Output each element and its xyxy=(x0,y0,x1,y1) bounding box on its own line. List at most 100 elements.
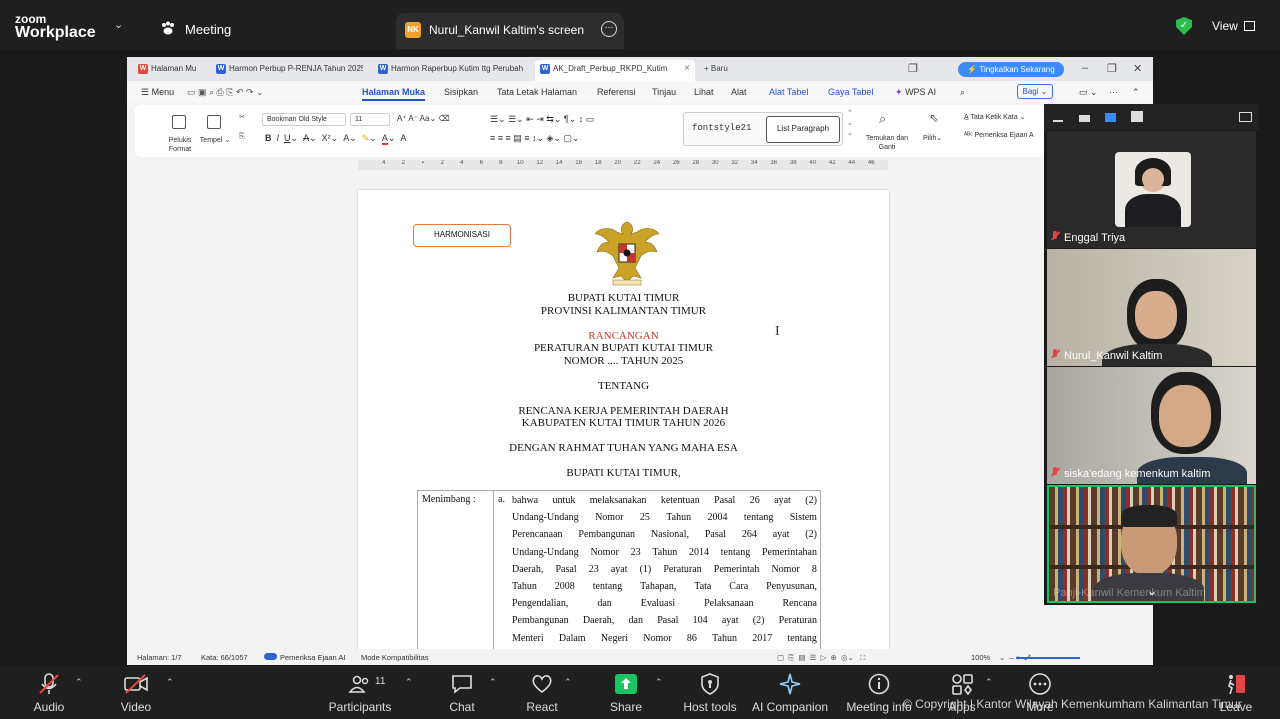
view-mode-icons[interactable]: ▢ ⎘ ▤ ☰ ▷ ⊕ ◎⌄ ⛶ xyxy=(777,653,865,663)
participants-icon xyxy=(348,673,372,695)
word-count-tool[interactable]: A̲ Tata Ketik Kata ⌄ xyxy=(964,113,1025,121)
document-page[interactable]: HARMONISASI BUPATI KUTAI TIMUR PROVINSI … xyxy=(358,190,889,661)
garuda-emblem-icon xyxy=(594,221,660,286)
share-doc-button[interactable]: Bagi ⌄ xyxy=(1017,84,1053,99)
tab-table-tools[interactable]: Alat Tabel xyxy=(769,87,808,97)
view-button[interactable]: View xyxy=(1212,19,1255,33)
ruler-tick: 12 xyxy=(536,160,544,166)
meeting-label: Meeting xyxy=(185,22,232,37)
host-tools-button[interactable]: Host tools xyxy=(682,673,738,714)
video-tile[interactable]: siska'edang kemenkum kaltim xyxy=(1047,367,1256,484)
style-list-paragraph[interactable]: List Paragraph xyxy=(766,116,840,143)
format-painter-button[interactable]: Pelukis Format xyxy=(159,136,201,154)
menu-label: Menu xyxy=(151,87,175,97)
chevron-down-icon[interactable]: ⌄ xyxy=(114,18,123,31)
comment-icon[interactable]: ▭ ⌄ xyxy=(1079,87,1098,98)
restore-icon[interactable]: ❐ xyxy=(908,62,918,75)
meeting-menu[interactable]: Meeting xyxy=(160,21,232,37)
video-tile[interactable]: Nurul_Kanwil Kaltim xyxy=(1047,249,1256,366)
word-count[interactable]: Kata: 66/1057 xyxy=(201,653,248,662)
minimize-icon[interactable]: – xyxy=(1082,62,1088,74)
style-gallery[interactable]: fontstyle21 List Paragraph xyxy=(683,112,843,146)
doc-tab-active[interactable]: W AK_Draft_Perbup_RKPD_Kutim × xyxy=(535,60,695,81)
copy-icon[interactable]: ⎘ xyxy=(239,133,245,141)
doc-tab[interactable]: W Harmon Raperbup Kutim ttg Perubah xyxy=(373,60,527,81)
speaker-view-icon[interactable] xyxy=(1105,113,1116,122)
ai-sparkle-icon xyxy=(778,673,802,695)
text-format-buttons[interactable]: B I U⌄ A⌄ X²⌄ A⌄ ✎⌄ A⌄ A xyxy=(265,133,406,145)
chat-bubble-icon xyxy=(450,673,474,695)
tab-home[interactable]: Halaman Muka xyxy=(362,87,426,101)
more-options-icon[interactable]: ··· xyxy=(601,21,617,37)
more-icon[interactable]: ··· xyxy=(1109,87,1118,97)
apps-options-caret[interactable]: ⌃ xyxy=(985,677,993,688)
zoom-slider[interactable]: ⌄ – + ⤢ xyxy=(999,653,1080,663)
tab-layout[interactable]: Tata Letak Halaman xyxy=(497,87,577,97)
ruler-tick: 42 xyxy=(828,160,836,166)
upgrade-button[interactable]: ⚡ Tingkatkan Sekarang xyxy=(958,62,1064,77)
doc-line-bupati-kutim: BUPATI KUTAI TIMUR, xyxy=(566,467,681,479)
list-buttons[interactable]: ☰⌄ ☰⌄ ⇤ ⇥ ⇆⌄ ¶⌄ ↕ ▭ xyxy=(490,114,594,125)
video-off-icon xyxy=(124,673,148,695)
zoom-level[interactable]: 100% xyxy=(971,653,990,662)
search-icon[interactable]: ⌕ xyxy=(960,87,965,98)
tab-references[interactable]: Referensi xyxy=(597,87,636,97)
ai-companion-button[interactable]: AI Companion xyxy=(752,673,828,714)
font-grow-shrink-buttons[interactable]: A⁺ A⁻ Aa⌄ ⌫ xyxy=(397,114,450,123)
chat-options-caret[interactable]: ⌃ xyxy=(489,677,497,688)
doc-line-subject2: KABUPATEN KUTAI TIMUR TAHUN 2026 xyxy=(521,417,726,429)
ruler-tick: 34 xyxy=(750,160,758,166)
pop-out-icon[interactable] xyxy=(1239,112,1252,122)
close-tab-icon[interactable]: × xyxy=(684,63,690,74)
video-tile-active-speaker[interactable]: ⌄ Panji-Kanwil Kemenkum Kaltim xyxy=(1047,485,1256,603)
quick-access-icons[interactable]: ▭ ▣ ⌕ ⎙ ⎘ ↶ ↷ ⌄ xyxy=(187,87,264,98)
find-replace-button[interactable]: Temukan dan Ganti xyxy=(865,134,909,152)
share-button[interactable]: Share xyxy=(608,673,644,714)
share-options-caret[interactable]: ⌃ xyxy=(655,677,663,688)
chat-button[interactable]: Chat xyxy=(446,673,478,714)
paste-label: Tempel xyxy=(199,137,223,144)
hamburger-menu[interactable]: ☰ Menu xyxy=(141,87,174,98)
doc-tab[interactable]: W Harmon Perbup P-RENJA Tahun 2025 xyxy=(211,60,363,81)
cut-icon[interactable]: ✂ xyxy=(239,113,245,121)
tab-review[interactable]: Tinjau xyxy=(652,87,676,97)
doc-tab[interactable]: W Halaman Mu xyxy=(133,60,207,81)
collapse-ribbon-icon[interactable]: ⌃ xyxy=(1132,87,1140,98)
video-button[interactable]: Video xyxy=(120,673,152,714)
tab-insert[interactable]: Sisipkan xyxy=(444,87,478,97)
video-options-caret[interactable]: ⌃ xyxy=(166,677,174,688)
react-options-caret[interactable]: ⌃ xyxy=(564,677,572,688)
audio-button[interactable]: Audio xyxy=(33,673,65,714)
font-name-select[interactable]: Bookman Old Style xyxy=(262,113,346,126)
paste-button[interactable]: Tempel ⌄ xyxy=(197,136,233,144)
audio-options-caret[interactable]: ⌃ xyxy=(75,677,83,688)
horizontal-ruler[interactable]: 4 2 ▪ 2 4 6 8 10 12 14 16 18 20 22 24 26 28 30 32 34 36 38 40 4… xyxy=(358,160,888,170)
security-shield-icon[interactable]: ✓ xyxy=(1176,17,1192,35)
tab-table-style[interactable]: Gaya Tabel xyxy=(828,87,873,97)
participants-options-caret[interactable]: ⌃ xyxy=(405,677,413,688)
minimize-gallery-icon[interactable] xyxy=(1053,120,1063,122)
tab-wps-ai[interactable]: ✦ WPS AI xyxy=(895,87,936,98)
spell-check-tool[interactable]: ᴬᴮᶜ Pemeriksa Ejaan A xyxy=(964,132,1034,139)
new-tab-button[interactable]: + Baru xyxy=(704,64,728,73)
video-tile[interactable]: Enggal Triya xyxy=(1047,131,1256,248)
participants-count-badge: 11 xyxy=(375,676,386,687)
ruler-tick: 4 xyxy=(460,160,464,166)
tab-view[interactable]: Lihat xyxy=(694,87,714,97)
gallery-grid-icon[interactable] xyxy=(1131,111,1143,122)
alignment-buttons[interactable]: ≡ ≡ ≡ ▤ ≡ ↕⌄ ◈⌄ ▢⌄ xyxy=(490,133,580,144)
single-view-icon[interactable] xyxy=(1079,115,1090,122)
page-indicator[interactable]: Halaman: 1/7 xyxy=(137,653,182,662)
font-size-select[interactable]: 11 xyxy=(350,113,390,126)
style-fontstyle21[interactable]: fontstyle21 xyxy=(692,123,751,133)
close-window-icon[interactable]: ✕ xyxy=(1133,62,1142,75)
style-scroll-icon[interactable]: ⌃ ⌄ ⌄ xyxy=(847,109,853,139)
screen-share-tab[interactable]: NK Nurul_Kanwil Kaltim's screen ··· xyxy=(396,13,624,49)
react-button[interactable]: React xyxy=(524,673,560,714)
maximize-icon[interactable]: ❐ xyxy=(1107,62,1117,75)
doc-line-bupati: BUPATI KUTAI TIMUR xyxy=(567,292,680,304)
document-tabs: W Halaman Mu W Harmon Perbup P-RENJA Tahun… xyxy=(127,57,1153,81)
spellcheck-toggle[interactable] xyxy=(264,653,277,660)
tab-tools[interactable]: Alat xyxy=(731,87,747,97)
select-button[interactable]: Pilih⌄ xyxy=(923,134,942,142)
